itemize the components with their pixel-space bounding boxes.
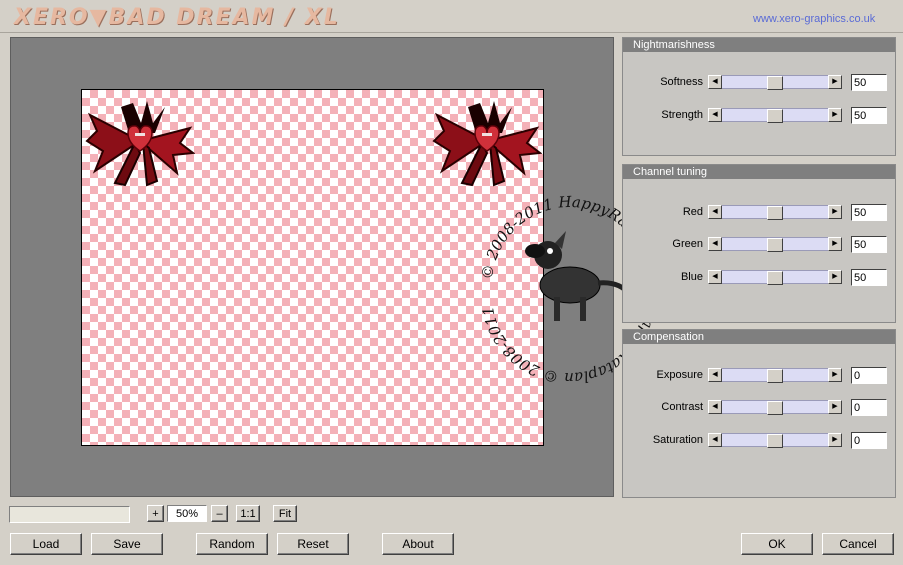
label-exposure: Exposure xyxy=(656,369,703,381)
red-bow-right-image xyxy=(432,101,542,187)
arrow-right-icon[interactable]: ▶ xyxy=(828,237,842,251)
input-saturation[interactable] xyxy=(851,432,887,449)
input-blue[interactable] xyxy=(851,269,887,286)
input-strength[interactable] xyxy=(851,107,887,124)
slider-thumb[interactable] xyxy=(767,401,783,415)
slider-green[interactable]: ◀ ▶ xyxy=(708,237,842,252)
about-button[interactable]: About xyxy=(382,533,454,555)
zoom-actual-size-button[interactable]: 1:1 xyxy=(236,505,260,522)
slider-blue[interactable]: ◀ ▶ xyxy=(708,270,842,285)
slider-thumb[interactable] xyxy=(767,109,783,123)
red-bow-left-image xyxy=(85,101,195,187)
control-row-red: Red ◀ ▶ xyxy=(623,204,895,221)
arrow-left-icon[interactable]: ◀ xyxy=(708,237,722,251)
arrow-right-icon[interactable]: ▶ xyxy=(828,433,842,447)
slider-track[interactable] xyxy=(722,205,828,220)
group-nightmarishness: Nightmarishness Softness ◀ ▶ Strength ◀ … xyxy=(622,37,896,156)
reset-button[interactable]: Reset xyxy=(277,533,349,555)
status-field xyxy=(9,506,130,523)
zoom-fit-button[interactable]: Fit xyxy=(273,505,297,522)
slider-contrast[interactable]: ◀ ▶ xyxy=(708,400,842,415)
slider-thumb[interactable] xyxy=(767,271,783,285)
slider-track[interactable] xyxy=(722,108,828,123)
label-softness: Softness xyxy=(660,76,703,88)
control-row-strength: Strength ◀ ▶ xyxy=(623,107,895,124)
slider-red[interactable]: ◀ ▶ xyxy=(708,205,842,220)
group-title-channel-tuning: Channel tuning xyxy=(623,165,895,179)
input-exposure[interactable] xyxy=(851,367,887,384)
arrow-right-icon[interactable]: ▶ xyxy=(828,368,842,382)
slider-strength[interactable]: ◀ ▶ xyxy=(708,108,842,123)
slider-thumb[interactable] xyxy=(767,76,783,90)
control-row-exposure: Exposure ◀ ▶ xyxy=(623,367,895,384)
label-saturation: Saturation xyxy=(652,434,703,446)
control-row-softness: Softness ◀ ▶ xyxy=(623,74,895,91)
arrow-left-icon[interactable]: ◀ xyxy=(708,108,722,122)
arrow-left-icon[interactable]: ◀ xyxy=(708,270,722,284)
label-green: Green xyxy=(672,238,703,250)
slider-track[interactable] xyxy=(722,433,828,448)
group-channel-tuning: Channel tuning Red ◀ ▶ Green ◀ ▶ Blue ◀ … xyxy=(622,164,896,323)
app-logo-title: XERO▼BAD DREAM / XL xyxy=(14,5,340,30)
group-compensation: Compensation Exposure ◀ ▶ Contrast ◀ ▶ S… xyxy=(622,329,896,498)
slider-softness[interactable]: ◀ ▶ xyxy=(708,75,842,90)
arrow-left-icon[interactable]: ◀ xyxy=(708,433,722,447)
slider-thumb[interactable] xyxy=(767,434,783,448)
control-row-contrast: Contrast ◀ ▶ xyxy=(623,399,895,416)
input-contrast[interactable] xyxy=(851,399,887,416)
slider-track[interactable] xyxy=(722,368,828,383)
slider-track[interactable] xyxy=(722,270,828,285)
input-green[interactable] xyxy=(851,236,887,253)
slider-track[interactable] xyxy=(722,237,828,252)
ok-button[interactable]: OK xyxy=(741,533,813,555)
slider-track[interactable] xyxy=(722,75,828,90)
arrow-left-icon[interactable]: ◀ xyxy=(708,400,722,414)
control-row-blue: Blue ◀ ▶ xyxy=(623,269,895,286)
slider-saturation[interactable]: ◀ ▶ xyxy=(708,433,842,448)
zoom-level-display: 50% xyxy=(167,505,207,522)
slider-thumb[interactable] xyxy=(767,238,783,252)
slider-track[interactable] xyxy=(722,400,828,415)
load-button[interactable]: Load xyxy=(10,533,82,555)
arrow-right-icon[interactable]: ▶ xyxy=(828,270,842,284)
random-button[interactable]: Random xyxy=(196,533,268,555)
label-strength: Strength xyxy=(661,109,703,121)
cancel-button[interactable]: Cancel xyxy=(822,533,894,555)
website-link[interactable]: www.xero-graphics.co.uk xyxy=(753,13,875,25)
slider-exposure[interactable]: ◀ ▶ xyxy=(708,368,842,383)
group-title-compensation: Compensation xyxy=(623,330,895,344)
arrow-left-icon[interactable]: ◀ xyxy=(708,75,722,89)
arrow-right-icon[interactable]: ▶ xyxy=(828,108,842,122)
zoom-out-button[interactable]: – xyxy=(211,505,228,522)
label-red: Red xyxy=(682,206,703,218)
arrow-right-icon[interactable]: ▶ xyxy=(828,205,842,219)
zoom-in-button[interactable]: + xyxy=(147,505,164,522)
dog-illustration xyxy=(525,231,633,321)
slider-thumb[interactable] xyxy=(767,369,783,383)
save-button[interactable]: Save xyxy=(91,533,163,555)
slider-thumb[interactable] xyxy=(767,206,783,220)
input-red[interactable] xyxy=(851,204,887,221)
arrow-left-icon[interactable]: ◀ xyxy=(708,205,722,219)
control-row-green: Green ◀ ▶ xyxy=(623,236,895,253)
arrow-left-icon[interactable]: ◀ xyxy=(708,368,722,382)
input-softness[interactable] xyxy=(851,74,887,91)
control-row-saturation: Saturation ◀ ▶ xyxy=(623,432,895,449)
label-contrast: Contrast xyxy=(661,401,703,413)
arrow-right-icon[interactable]: ▶ xyxy=(828,75,842,89)
header-divider xyxy=(0,32,903,33)
group-title-nightmarishness: Nightmarishness xyxy=(623,38,895,52)
label-blue: Blue xyxy=(680,271,703,283)
arrow-right-icon[interactable]: ▶ xyxy=(828,400,842,414)
